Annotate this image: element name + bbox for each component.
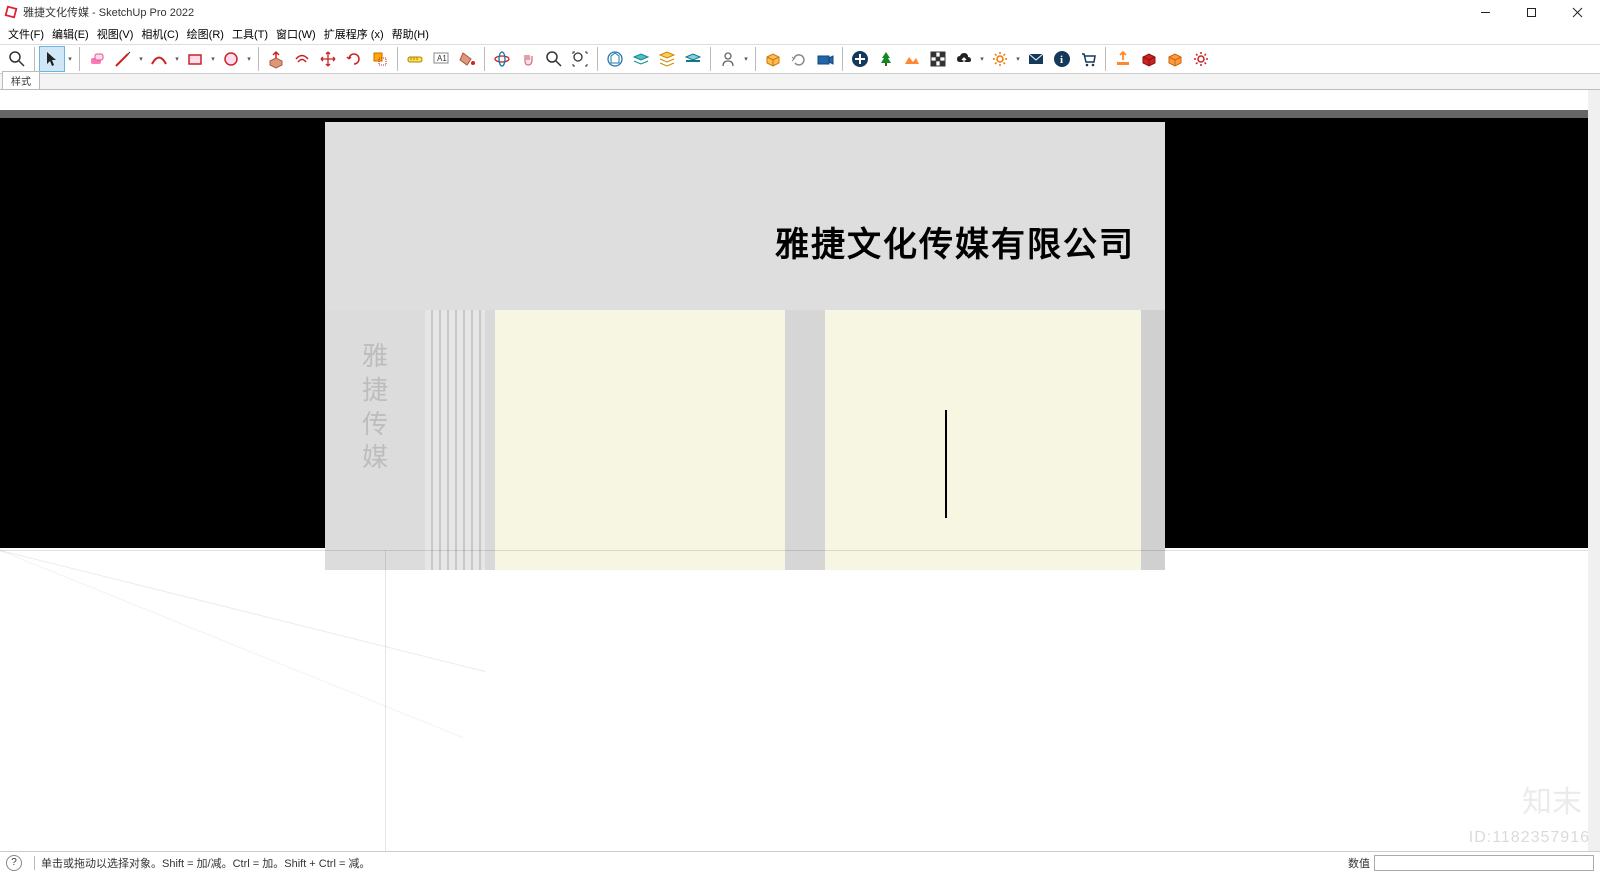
warehouse-icon[interactable]	[602, 46, 628, 72]
gear-dropdown[interactable]: ▾	[1013, 55, 1023, 63]
gear-red-icon[interactable]	[1188, 46, 1214, 72]
orbit-tool[interactable]	[489, 46, 515, 72]
arc-tool-dropdown[interactable]: ▾	[172, 55, 182, 63]
toolbar: ▾ ▾ ▾ ▾ ▾ A1 ▾ ▾ ▾ i	[0, 44, 1600, 74]
outliner-icon[interactable]	[654, 46, 680, 72]
pan-tool[interactable]	[515, 46, 541, 72]
window-right	[825, 310, 1141, 570]
terrain-icon[interactable]	[899, 46, 925, 72]
menu-view[interactable]: 视图(V)	[93, 26, 138, 42]
select-tool[interactable]	[39, 46, 65, 72]
scene-tab[interactable]: 样式	[2, 71, 40, 89]
pillar-right	[1141, 310, 1165, 570]
menu-edit[interactable]: 编辑(E)	[48, 26, 93, 42]
arc-tool[interactable]	[146, 46, 172, 72]
reload-icon[interactable]	[786, 46, 812, 72]
pillar-left: 雅 捷 传 媒	[325, 310, 425, 570]
select-tool-dropdown[interactable]: ▾	[65, 55, 75, 63]
menu-camera[interactable]: 相机(C)	[137, 26, 182, 42]
person-icon[interactable]	[715, 46, 741, 72]
zoom-tool[interactable]	[541, 46, 567, 72]
circle-tool[interactable]	[218, 46, 244, 72]
door-handle	[945, 410, 947, 518]
window-title: 雅捷文化传媒 - SketchUp Pro 2022	[23, 4, 194, 20]
search-icon[interactable]	[4, 46, 30, 72]
close-button[interactable]	[1554, 0, 1600, 24]
camera-icon[interactable]	[812, 46, 838, 72]
export-icon[interactable]	[1110, 46, 1136, 72]
rectangle-tool-dropdown[interactable]: ▾	[208, 55, 218, 63]
rectangle-tool[interactable]	[182, 46, 208, 72]
statusbar: ? 单击或拖动以选择对象。Shift = 加/减。Ctrl = 加。Shift …	[0, 851, 1600, 873]
maximize-button[interactable]	[1508, 0, 1554, 24]
status-hint: 单击或拖动以选择对象。Shift = 加/减。Ctrl = 加。Shift + …	[41, 855, 370, 871]
offset-tool[interactable]	[289, 46, 315, 72]
section-icon[interactable]	[680, 46, 706, 72]
tape-measure-tool[interactable]	[402, 46, 428, 72]
menu-extensions[interactable]: 扩展程序 (x)	[320, 26, 388, 42]
watermark-brand: 知末	[1522, 777, 1582, 821]
grid-icon[interactable]	[925, 46, 951, 72]
move-tool[interactable]	[315, 46, 341, 72]
pushpull-tool[interactable]	[263, 46, 289, 72]
ground-diagonal-2	[0, 550, 464, 738]
menu-file[interactable]: 文件(F)	[4, 26, 48, 42]
line-tool[interactable]	[110, 46, 136, 72]
cloud-upload-icon[interactable]	[951, 46, 977, 72]
ground-vertical-edge	[385, 550, 386, 851]
line-tool-dropdown[interactable]: ▾	[136, 55, 146, 63]
box-red-icon[interactable]	[1136, 46, 1162, 72]
paint-bucket-tool[interactable]	[454, 46, 480, 72]
menu-help[interactable]: 帮助(H)	[388, 26, 433, 42]
minimize-button[interactable]	[1462, 0, 1508, 24]
titlebar: 雅捷文化传媒 - SketchUp Pro 2022	[0, 0, 1600, 24]
box-orange-icon[interactable]	[1162, 46, 1188, 72]
window-left	[495, 310, 785, 570]
zoom-extents-tool[interactable]	[567, 46, 593, 72]
cloud-dropdown[interactable]: ▾	[977, 55, 987, 63]
circle-tool-dropdown[interactable]: ▾	[244, 55, 254, 63]
component-icon[interactable]	[760, 46, 786, 72]
layers-icon[interactable]	[628, 46, 654, 72]
watermark-id: ID:1182357916	[1469, 829, 1590, 847]
slat-panel	[425, 310, 485, 570]
menu-window[interactable]: 窗口(W)	[272, 26, 320, 42]
pillar-engraved-text: 雅 捷 传 媒	[325, 310, 425, 475]
menu-tools[interactable]: 工具(T)	[228, 26, 272, 42]
eraser-tool[interactable]	[84, 46, 110, 72]
value-input[interactable]	[1374, 855, 1594, 871]
scene-tab-strip: 样式	[0, 74, 1600, 90]
viewport-3d[interactable]: 雅捷文化传媒有限公司 雅 捷 传 媒 知末 ID:1182357916	[0, 90, 1600, 851]
model-scene: 雅捷文化传媒有限公司 雅 捷 传 媒	[0, 90, 1600, 851]
storefront-sign-text: 雅捷文化传媒有限公司	[775, 217, 1135, 266]
svg-text:A1: A1	[437, 54, 447, 63]
rotate-tool[interactable]	[341, 46, 367, 72]
add-icon[interactable]	[847, 46, 873, 72]
cart-icon[interactable]	[1075, 46, 1101, 72]
menubar: 文件(F) 编辑(E) 视图(V) 相机(C) 绘图(R) 工具(T) 窗口(W…	[0, 24, 1600, 44]
tree-icon[interactable]	[873, 46, 899, 72]
storefront-lower: 雅 捷 传 媒	[325, 310, 1165, 570]
text-tool[interactable]: A1	[428, 46, 454, 72]
app-icon	[4, 5, 18, 19]
svg-text:i: i	[1060, 54, 1063, 66]
value-label: 数值	[1348, 855, 1370, 871]
menu-draw[interactable]: 绘图(R)	[183, 26, 228, 42]
pillar-middle	[785, 310, 825, 570]
scale-tool[interactable]	[367, 46, 393, 72]
window-controls	[1462, 0, 1600, 24]
viewport-scrollbar[interactable]	[1588, 90, 1600, 851]
mail-icon[interactable]	[1023, 46, 1049, 72]
ground-edge	[0, 550, 1600, 551]
help-icon[interactable]: ?	[6, 855, 22, 871]
info-icon[interactable]: i	[1049, 46, 1075, 72]
gear-icon[interactable]	[987, 46, 1013, 72]
person-dropdown[interactable]: ▾	[741, 55, 751, 63]
